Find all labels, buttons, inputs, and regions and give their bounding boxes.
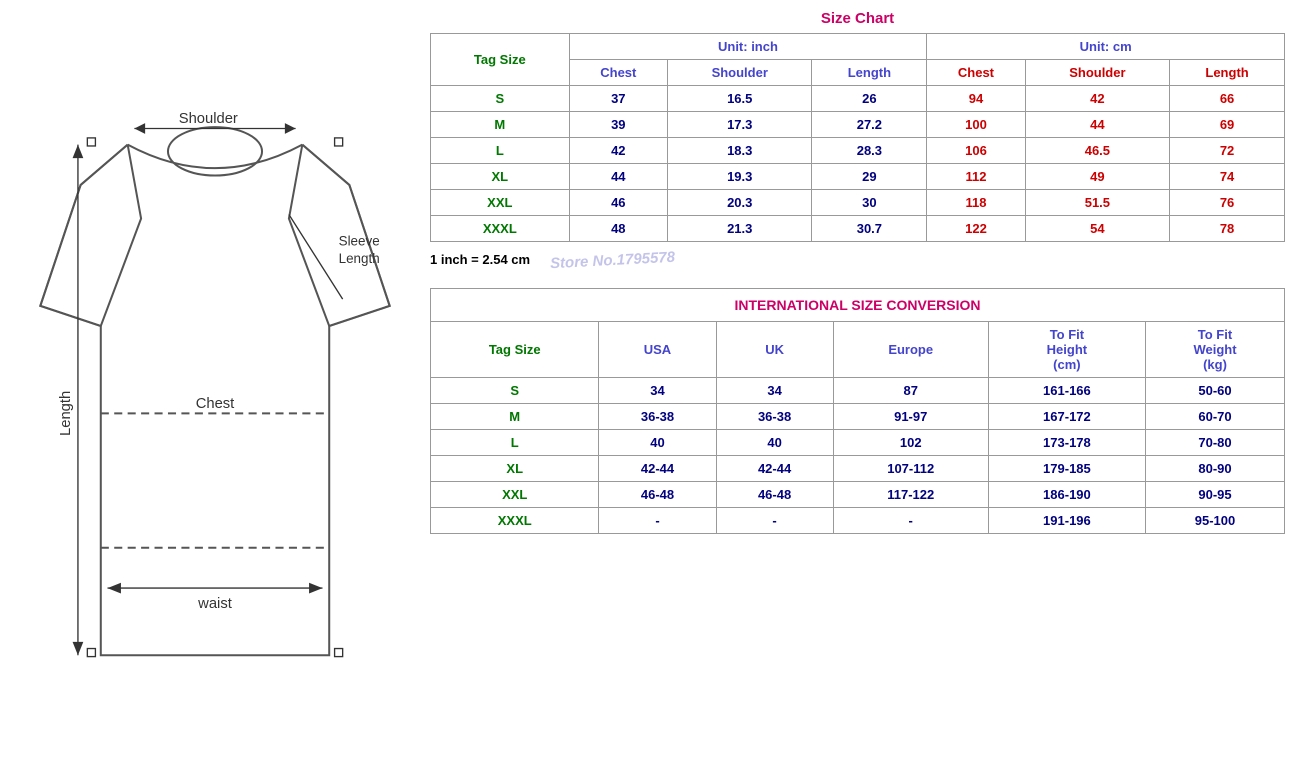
table-row: L 42 18.3 28.3 106 46.5 72 xyxy=(431,138,1285,164)
conversion-table: INTERNATIONAL SIZE CONVERSION Tag Size U… xyxy=(430,288,1285,534)
unit-inch-header: Unit: inch xyxy=(569,34,927,60)
diagram-panel: Shoulder Sleeve Length Length Chest wais… xyxy=(0,0,430,773)
conv-weight-col: To FitWeight(kg) xyxy=(1146,322,1285,378)
table-row: XL 42-44 42-44 107-112 179-185 80-90 xyxy=(431,456,1285,482)
size-chart-table: Tag Size Unit: inch Unit: cm Chest Shoul… xyxy=(430,33,1285,242)
conv-usa-col: USA xyxy=(599,322,716,378)
conversion-title: INTERNATIONAL SIZE CONVERSION xyxy=(431,289,1285,322)
sleeve-length-label: Length xyxy=(339,251,380,266)
inch-note: 1 inch = 2.54 cm Store No.1795578 xyxy=(430,252,1285,267)
tag-size-header: Tag Size xyxy=(431,34,570,86)
table-row: L 40 40 102 173-178 70-80 xyxy=(431,430,1285,456)
table-row: M 39 17.3 27.2 100 44 69 xyxy=(431,112,1285,138)
shoulder-cm-col: Shoulder xyxy=(1025,60,1169,86)
shoulder-label: Shoulder xyxy=(179,111,238,127)
chest-cm-col: Chest xyxy=(927,60,1025,86)
conv-height-col: To FitHeight(cm) xyxy=(988,322,1145,378)
table-row: XXXL 48 21.3 30.7 122 54 78 xyxy=(431,216,1285,242)
chest-label: Chest xyxy=(196,396,235,412)
conv-tag-header: Tag Size xyxy=(431,322,599,378)
watermark: Store No.1795578 xyxy=(550,249,676,273)
conv-europe-col: Europe xyxy=(833,322,988,378)
table-row: XXL 46-48 46-48 117-122 186-190 90-95 xyxy=(431,482,1285,508)
table-row: XXXL - - - 191-196 95-100 xyxy=(431,508,1285,534)
right-panel: Size Chart Tag Size Unit: inch Unit: cm … xyxy=(430,0,1295,773)
table-row: S 37 16.5 26 94 42 66 xyxy=(431,86,1285,112)
waist-label: waist xyxy=(197,596,232,612)
length-label: Length xyxy=(58,391,74,436)
sleeve-label: Sleeve xyxy=(339,233,380,248)
shoulder-inch-col: Shoulder xyxy=(668,60,812,86)
table-row: M 36-38 36-38 91-97 167-172 60-70 xyxy=(431,404,1285,430)
size-chart-title: Size Chart xyxy=(430,10,1285,27)
unit-cm-header: Unit: cm xyxy=(927,34,1285,60)
table-row: XXL 46 20.3 30 118 51.5 76 xyxy=(431,190,1285,216)
conv-uk-col: UK xyxy=(716,322,833,378)
length-inch-col: Length xyxy=(812,60,927,86)
length-cm-col: Length xyxy=(1170,60,1285,86)
chest-inch-col: Chest xyxy=(569,60,667,86)
table-row: XL 44 19.3 29 112 49 74 xyxy=(431,164,1285,190)
table-row: S 34 34 87 161-166 50-60 xyxy=(431,378,1285,404)
